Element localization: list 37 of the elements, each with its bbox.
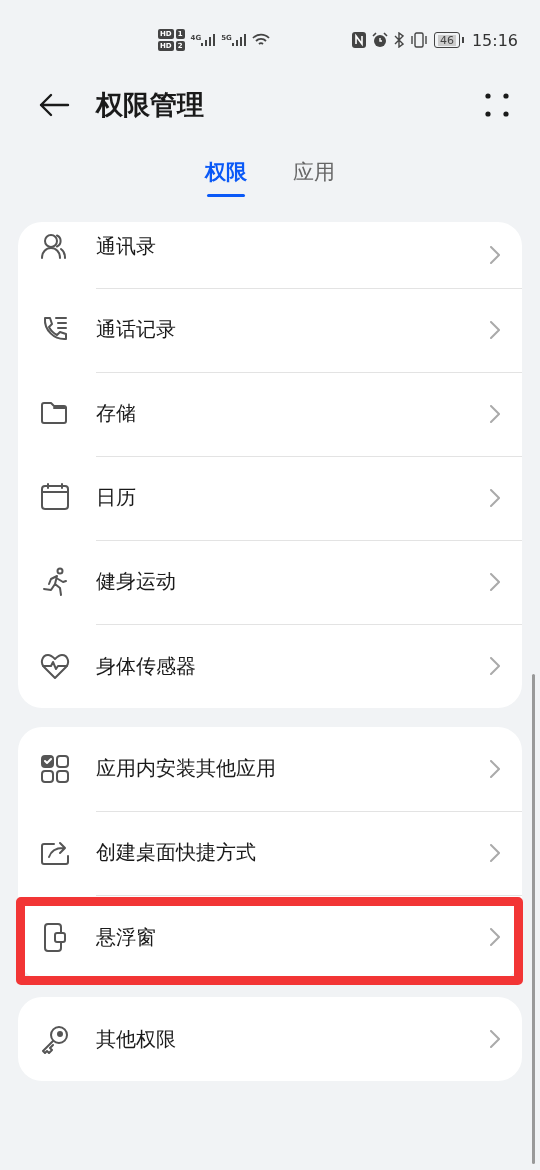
- permission-item[interactable]: 身体传感器: [96, 652, 196, 680]
- chevron-right-icon: [490, 759, 500, 778]
- chevron-right-icon: [490, 657, 500, 675]
- signal-icon: [201, 34, 216, 46]
- calendar-icon: [40, 483, 70, 513]
- chevron-right-icon: [490, 404, 500, 423]
- chevron-right-icon: [490, 1030, 500, 1048]
- chevron-right-icon: [490, 488, 500, 507]
- runner-icon: [40, 567, 70, 597]
- permission-item[interactable]: 创建桌面快捷方式: [96, 839, 256, 866]
- chevron-right-icon: [490, 245, 500, 264]
- permission-item[interactable]: 应用内安装其他应用: [96, 755, 276, 782]
- clock-time: 15:16: [471, 30, 518, 50]
- chevron-right-icon: [490, 320, 500, 339]
- permission-item[interactable]: 日历: [96, 484, 136, 511]
- bluetooth-icon: [393, 32, 404, 48]
- permission-item[interactable]: 存储: [96, 400, 136, 427]
- heart-pulse-icon: [40, 651, 70, 681]
- signal-icon: [231, 34, 246, 46]
- nfc-icon: [351, 32, 366, 48]
- page-title: 权限管理: [96, 88, 205, 122]
- wifi-icon: [251, 33, 270, 47]
- tab[interactable]: 权限: [205, 155, 247, 197]
- chevron-right-icon: [490, 572, 500, 591]
- permission-item[interactable]: 悬浮窗: [96, 923, 156, 951]
- alarm-icon: [371, 32, 388, 48]
- permission-item[interactable]: 通讯录: [96, 232, 156, 260]
- vibrate-icon: [409, 32, 428, 48]
- chevron-right-icon: [490, 928, 500, 946]
- tab[interactable]: 应用: [293, 155, 335, 197]
- key-icon: [40, 1024, 70, 1054]
- apps-check-icon: [40, 754, 70, 784]
- more-button[interactable]: [482, 90, 512, 120]
- permission-item[interactable]: 通话记录: [96, 316, 176, 343]
- permission-item[interactable]: 健身运动: [96, 568, 176, 595]
- chevron-right-icon: [490, 843, 500, 862]
- permission-item[interactable]: 其他权限: [96, 1025, 176, 1053]
